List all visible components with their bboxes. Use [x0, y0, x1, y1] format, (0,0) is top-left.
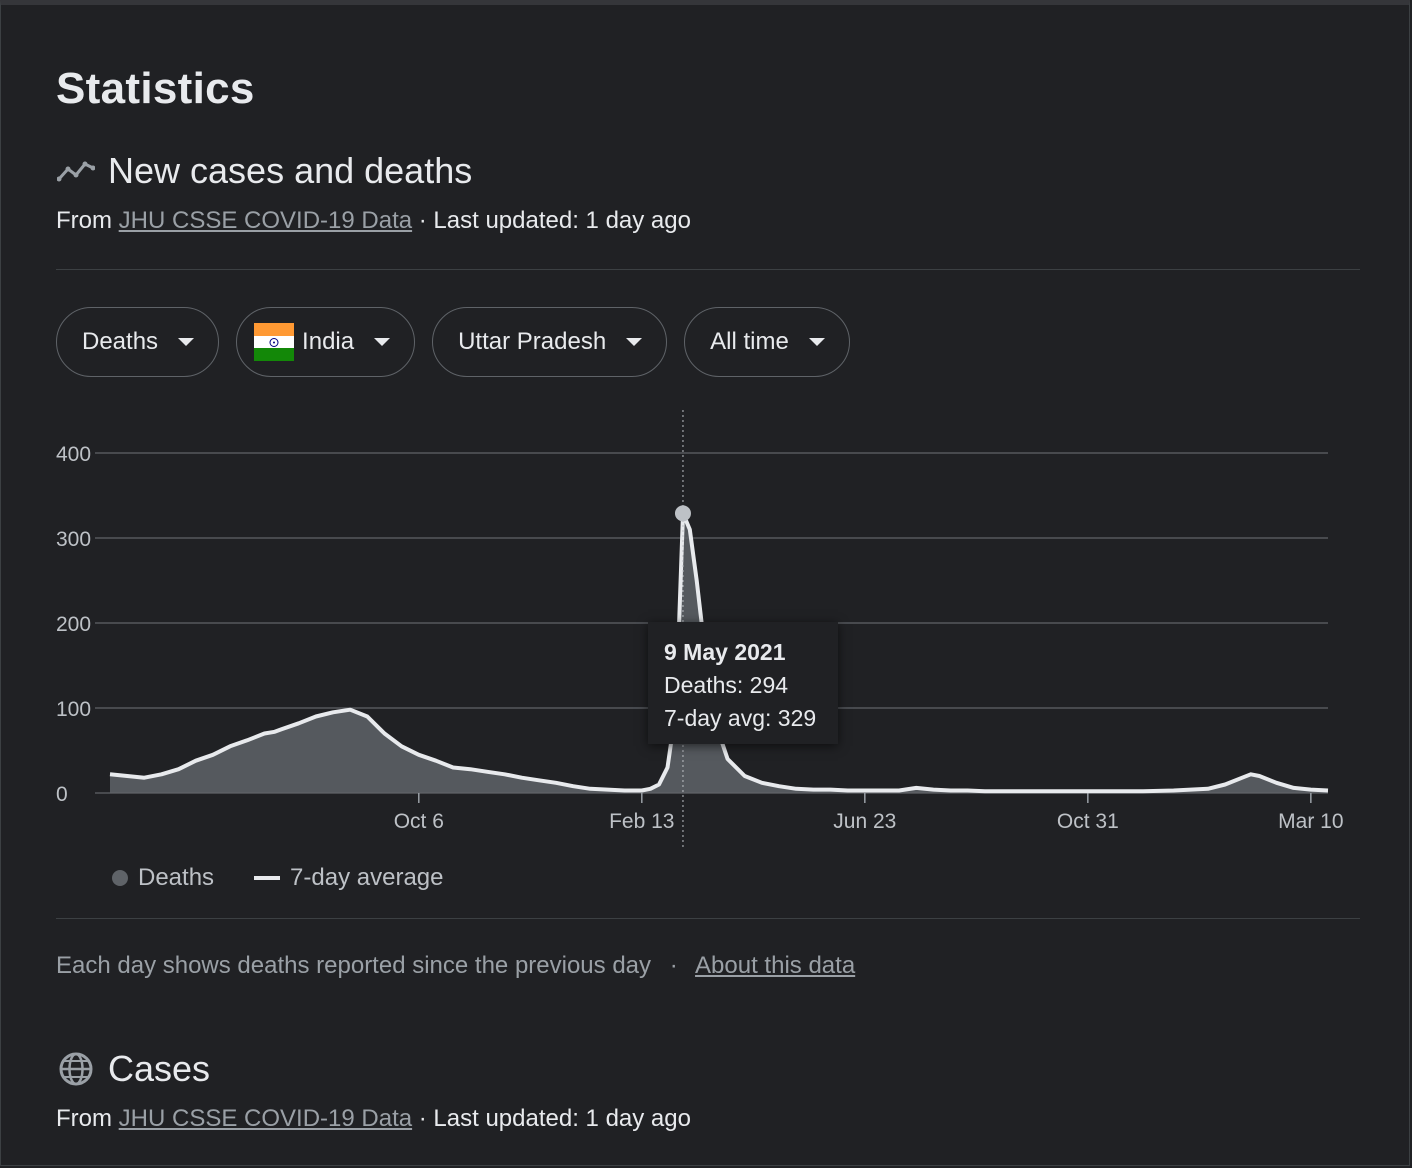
trending-chart-icon [56, 151, 96, 191]
source-line: From JHU CSSE COVID-19 Data · Last updat… [56, 1105, 691, 1133]
section-header-cases-deaths: New cases and deaths [56, 150, 472, 192]
last-updated: · Last updated: 1 day ago [418, 207, 691, 234]
globe-icon [56, 1049, 96, 1089]
region-label: Uttar Pradesh [458, 328, 607, 355]
source-from: From [56, 1105, 112, 1132]
source-line: From JHU CSSE COVID-19 Data · Last updat… [56, 207, 691, 235]
page-title: Statistics [56, 64, 255, 113]
tooltip-date: 9 May 2021 [664, 639, 786, 665]
legend-average-marker [254, 876, 281, 880]
caret-down-icon [178, 338, 195, 346]
india-flag-icon [254, 323, 295, 362]
legend-deaths-marker [112, 870, 128, 886]
x-tick-label: Jun 23 [833, 810, 896, 833]
y-tick-label: 100 [56, 698, 91, 721]
caret-down-icon [808, 338, 825, 346]
source-from: From [56, 207, 112, 234]
time-range-label: All time [710, 328, 789, 355]
metric-dropdown[interactable]: Deaths [56, 307, 220, 377]
metric-label: Deaths [82, 328, 159, 355]
tooltip-deaths: Deaths: 294 [664, 672, 789, 698]
footer-note: Each day shows deaths reported since the… [56, 952, 652, 979]
last-updated: · Last updated: 1 day ago [418, 1105, 691, 1132]
time-range-dropdown[interactable]: All time [684, 307, 850, 377]
y-tick-label: 0 [56, 783, 68, 806]
y-tick-label: 400 [56, 443, 91, 466]
country-label: India [302, 328, 355, 355]
chart-footer: Each day shows deaths reported since the… [56, 952, 855, 980]
hover-point [674, 505, 691, 522]
footer-separator: · [669, 952, 678, 979]
x-tick-label: Mar 10 [1278, 810, 1343, 833]
filter-chips: Deaths India Uttar Pradesh All time [56, 307, 850, 377]
section-heading: New cases and deaths [108, 150, 473, 191]
about-data-link[interactable]: About this data [695, 952, 855, 979]
tooltip-average: 7-day avg: 329 [664, 705, 817, 731]
source-link[interactable]: JHU CSSE COVID-19 Data [119, 1105, 412, 1132]
country-dropdown[interactable]: India [236, 307, 416, 377]
x-tick-label: Oct 31 [1057, 810, 1119, 833]
x-tick-label: Feb 13 [609, 810, 674, 833]
source-link[interactable]: JHU CSSE COVID-19 Data [119, 207, 412, 234]
legend-average-label: 7-day average [290, 864, 444, 891]
caret-down-icon [626, 338, 643, 346]
chart-legend: Deaths 7-day average [112, 864, 443, 892]
y-tick-label: 200 [56, 613, 91, 636]
region-dropdown[interactable]: Uttar Pradesh [432, 307, 668, 377]
divider [56, 269, 1360, 270]
caret-down-icon [374, 338, 391, 346]
section-heading: Cases [108, 1048, 211, 1089]
legend-deaths-label: Deaths [138, 864, 215, 891]
x-tick-label: Oct 6 [394, 810, 444, 833]
chart-tooltip: 9 May 2021 Deaths: 294 7-day avg: 329 [648, 622, 838, 744]
divider [56, 918, 1360, 919]
section-header-cases: Cases [56, 1048, 210, 1090]
y-tick-label: 300 [56, 528, 91, 551]
